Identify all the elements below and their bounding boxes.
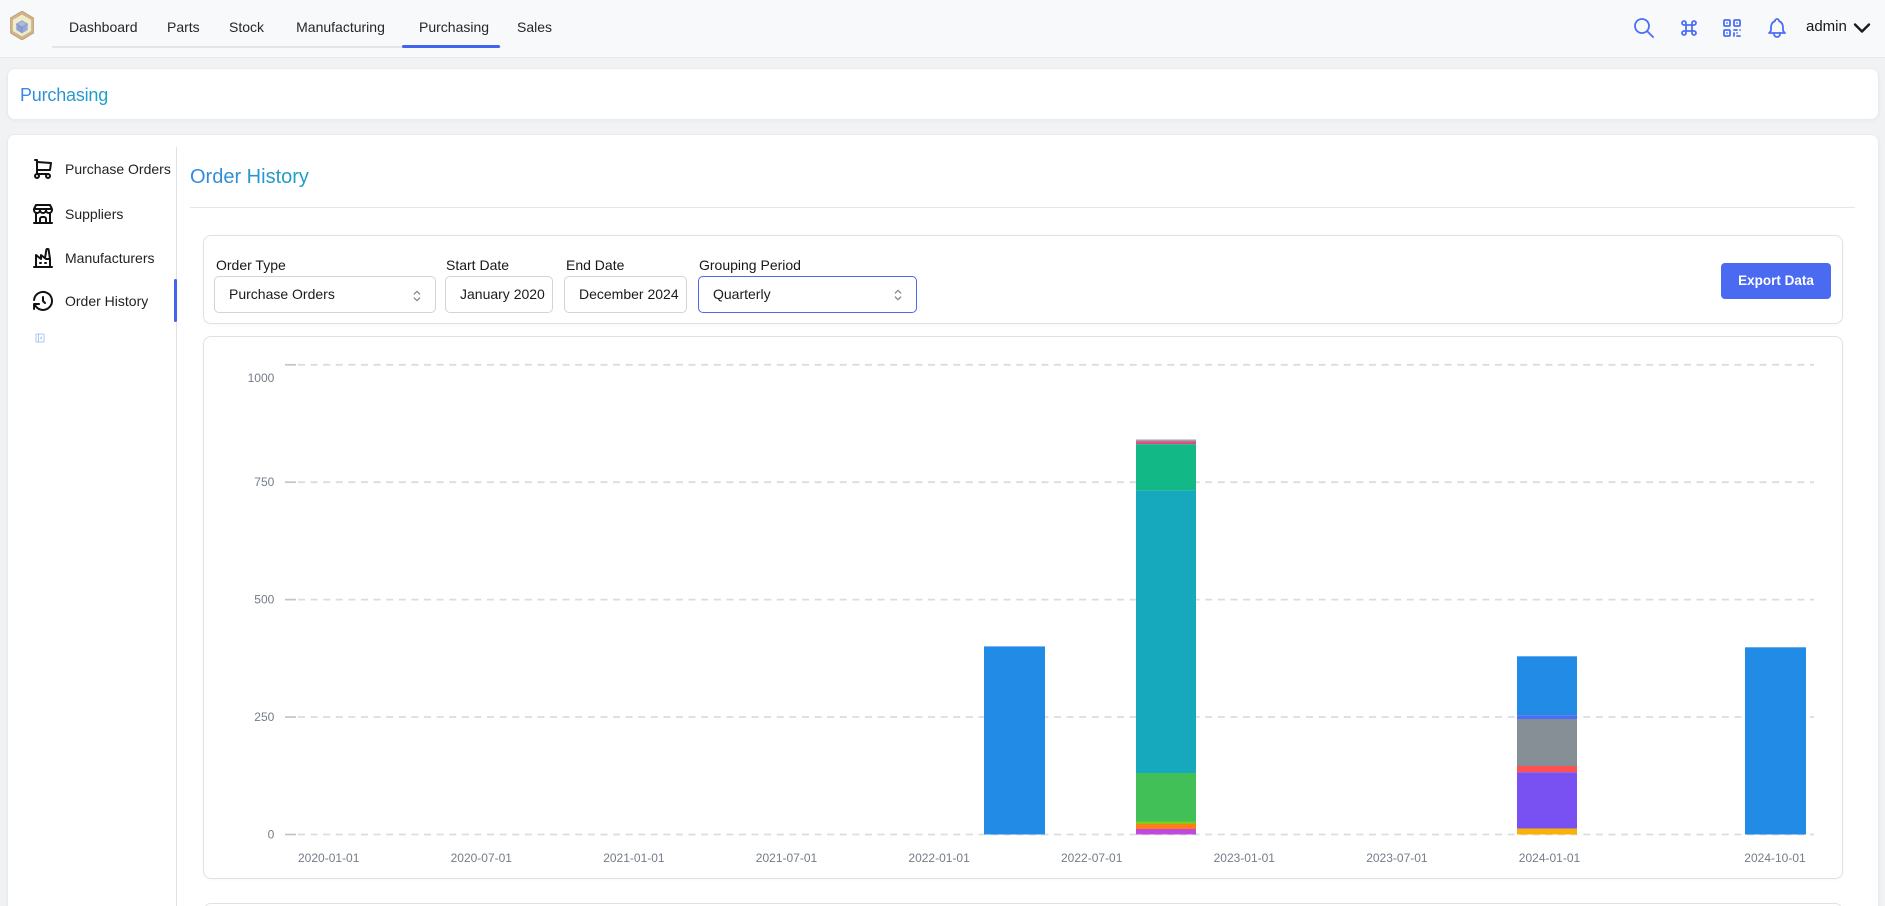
svg-text:2022-01-01: 2022-01-01 [908, 851, 970, 865]
svg-text:0: 0 [268, 828, 275, 842]
svg-text:2020-07-01: 2020-07-01 [451, 851, 513, 865]
svg-text:2024-10-01: 2024-10-01 [1744, 851, 1806, 865]
svg-text:2024-01-01: 2024-01-01 [1519, 851, 1581, 865]
svg-text:250: 250 [254, 710, 274, 724]
svg-text:2021-07-01: 2021-07-01 [756, 851, 818, 865]
svg-text:2023-07-01: 2023-07-01 [1366, 851, 1428, 865]
svg-text:1000: 1000 [248, 371, 275, 385]
svg-text:2020-01-01: 2020-01-01 [298, 851, 360, 865]
svg-text:2022-07-01: 2022-07-01 [1061, 851, 1123, 865]
svg-text:750: 750 [254, 475, 274, 489]
svg-text:500: 500 [254, 593, 274, 607]
svg-text:2023-01-01: 2023-01-01 [1214, 851, 1276, 865]
svg-text:2021-01-01: 2021-01-01 [603, 851, 665, 865]
